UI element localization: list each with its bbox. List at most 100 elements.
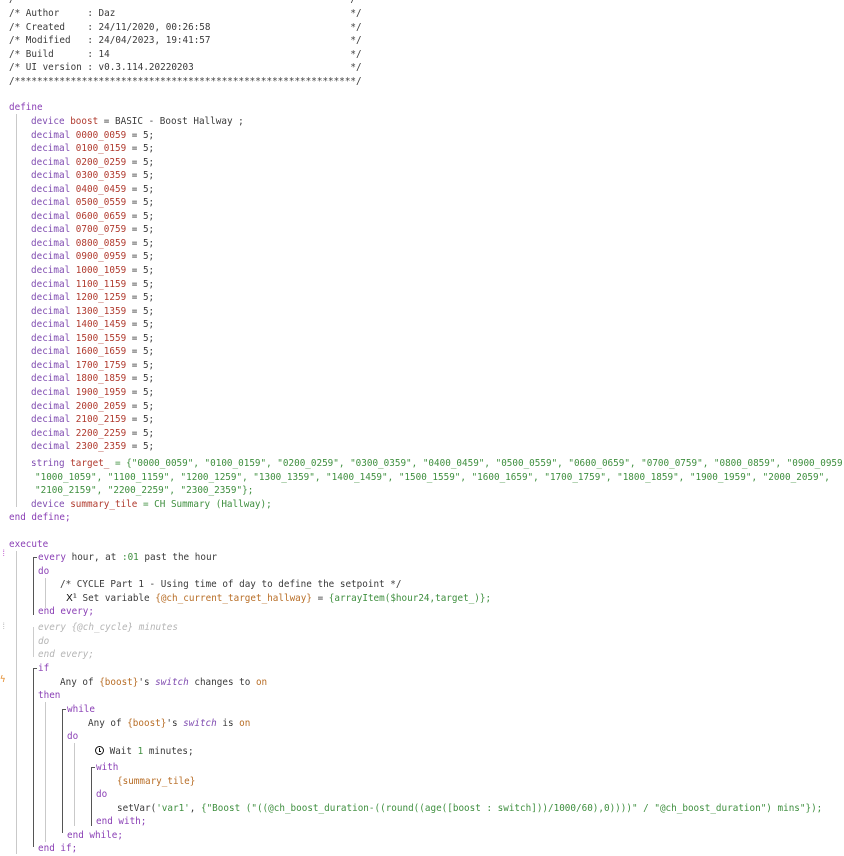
if-attribute: switch (155, 676, 189, 688)
with-bracket (91, 767, 92, 826)
while-condition[interactable]: Any of {boost}'s switch is on (88, 717, 250, 731)
decimal-line[interactable]: decimal 1200_1259 = 5; (31, 291, 154, 305)
do-keyword-3[interactable]: do (67, 730, 78, 744)
wait-statement[interactable]: Wait 1 minutes; (95, 745, 194, 759)
decimal-line[interactable]: decimal 1300_1359 = 5; (31, 305, 154, 319)
setvar-function: setVar( (117, 802, 157, 814)
decimal-line[interactable]: decimal 0000_0059 = 5; (31, 129, 154, 143)
disabled-end-every-keyword[interactable]: end every; (38, 648, 94, 662)
end-if-keyword[interactable]: end if; (38, 842, 77, 856)
decimal-line[interactable]: decimal 2000_2059 = 5; (31, 400, 154, 414)
disabled-every-statement[interactable]: every {@ch_cycle} minutes (38, 621, 178, 635)
device-summary-tile-line[interactable]: device summary_tile = CH Summary (Hallwa… (31, 498, 272, 512)
device-boost-line[interactable]: device boost = BASIC - Boost Hallway ; (31, 115, 244, 129)
decimal-keyword: decimal (31, 414, 71, 426)
decimal-value: = 5; (126, 251, 155, 263)
if-any-of: Any of (60, 676, 100, 688)
every-bracket (33, 557, 34, 615)
decimal-value: = 5; (126, 210, 155, 222)
decimal-value: = 5; (126, 224, 155, 236)
do-keyword-4[interactable]: do (96, 788, 107, 802)
decimal-keyword: decimal (31, 197, 71, 209)
end-with-keyword[interactable]: end with; (96, 815, 146, 829)
decimal-value: = 5; (126, 292, 155, 304)
header-comment-top: / / (9, 0, 356, 7)
decimal-keyword: decimal (31, 224, 71, 236)
decimal-line[interactable]: decimal 1500_1559 = 5; (31, 332, 154, 346)
decimal-line[interactable]: decimal 1900_1959 = 5; (31, 386, 154, 400)
decimal-line[interactable]: decimal 1700_1759 = 5; (31, 359, 154, 373)
decimal-keyword: decimal (31, 210, 71, 222)
define-keyword[interactable]: define (9, 101, 43, 115)
set-variable-target: {@ch_current_target_hallway} (155, 592, 312, 604)
decimal-line[interactable]: decimal 0700_0759 = 5; (31, 223, 154, 237)
decimal-keyword: decimal (31, 386, 71, 398)
decimal-name: 2200_2259 (75, 427, 127, 439)
then-keyword[interactable]: then (38, 689, 60, 703)
decimal-keyword: decimal (31, 251, 71, 263)
decimal-value: = 5; (126, 319, 155, 331)
decimal-line[interactable]: decimal 0900_0959 = 5; (31, 250, 154, 264)
decimal-line[interactable]: decimal 2200_2259 = 5; (31, 427, 154, 441)
cycle-comment: /* CYCLE Part 1 - Using time of day to d… (60, 579, 402, 590)
decimal-line[interactable]: decimal 1400_1459 = 5; (31, 318, 154, 332)
decimal-line[interactable]: decimal 1800_1859 = 5; (31, 372, 154, 386)
every-hour-statement[interactable]: every hour, at :01 past the hour (38, 551, 217, 565)
decimal-value: = 5; (126, 373, 155, 385)
decimal-line[interactable]: decimal 0100_0159 = 5; (31, 142, 154, 156)
every-hour-text: hour, at (66, 552, 122, 563)
decimal-line[interactable]: decimal 2300_2359 = 5; (31, 440, 154, 454)
end-every-keyword-1[interactable]: end every; (38, 605, 94, 619)
end-while-keyword[interactable]: end while; (67, 829, 123, 843)
with-device[interactable]: {summary_tile} (117, 775, 195, 789)
do-keyword-1[interactable]: do (38, 565, 49, 579)
set-variable-equals: = (311, 592, 329, 604)
while-any-of: Any of (88, 717, 128, 729)
wait-unit: minutes; (143, 746, 194, 757)
decimal-line[interactable]: decimal 1000_1059 = 5; (31, 264, 154, 278)
decimal-line[interactable]: decimal 0800_0859 = 5; (31, 237, 154, 251)
if-bracket (33, 668, 34, 847)
decimal-line[interactable]: decimal 0400_0459 = 5; (31, 183, 154, 197)
decimal-name: 0700_0759 (75, 224, 127, 236)
device-keyword: device (31, 116, 65, 127)
decimal-keyword: decimal (31, 265, 71, 276)
decimal-line[interactable]: decimal 0500_0559 = 5; (31, 196, 154, 210)
with-keyword[interactable]: with (96, 761, 118, 775)
decimal-keyword: decimal (31, 170, 71, 182)
clock-icon (95, 746, 104, 755)
with-bracket-top (91, 767, 95, 768)
execute-indent-guide (16, 551, 17, 854)
decimal-keyword: decimal (31, 319, 71, 331)
while-device: {boost} (127, 717, 167, 729)
execute-keyword[interactable]: execute (9, 538, 48, 552)
if-keyword[interactable]: if (38, 662, 49, 676)
decimal-keyword: decimal (31, 373, 71, 385)
string-target-line[interactable]: string target_ = {"0000_0059", "0100_015… (31, 457, 844, 471)
string-keyword: string (31, 458, 65, 469)
set-variable-statement[interactable]: X¹ Set variable {@ch_current_target_hall… (66, 592, 491, 606)
disabled-do-keyword[interactable]: do (38, 635, 49, 649)
setvar-statement[interactable]: setVar('var1', {"Boost ("((@ch_boost_dur… (117, 802, 822, 816)
decimal-keyword: decimal (31, 305, 71, 317)
lightning-trigger-icon: ϟ (0, 675, 6, 685)
if-condition[interactable]: Any of {boost}'s switch changes to on (60, 676, 267, 690)
decimal-line[interactable]: decimal 2100_2159 = 5; (31, 413, 154, 427)
decimal-value: = 5; (126, 237, 155, 249)
decimal-line[interactable]: decimal 0600_0659 = 5; (31, 210, 154, 224)
decimal-line[interactable]: decimal 0300_0359 = 5; (31, 169, 154, 183)
decimal-value: = 5; (126, 332, 155, 344)
while-keyword[interactable]: while (67, 703, 95, 717)
while-bracket-top (62, 709, 66, 710)
decimal-name: 1000_1059 (75, 265, 127, 276)
while-possessive: 's (166, 717, 184, 729)
decimal-value: = 5; (126, 143, 155, 155)
decimal-value: = 5; (126, 156, 155, 168)
every-hour-minute: :01 (121, 552, 139, 563)
end-define-keyword[interactable]: end define; (9, 511, 71, 525)
decimal-line[interactable]: decimal 1600_1659 = 5; (31, 345, 154, 359)
decimal-keyword: decimal (31, 156, 71, 168)
decimal-line[interactable]: decimal 0200_0259 = 5; (31, 156, 154, 170)
decimal-line[interactable]: decimal 1100_1159 = 5; (31, 278, 154, 292)
device-summary-tile-name: summary_tile (70, 498, 138, 510)
